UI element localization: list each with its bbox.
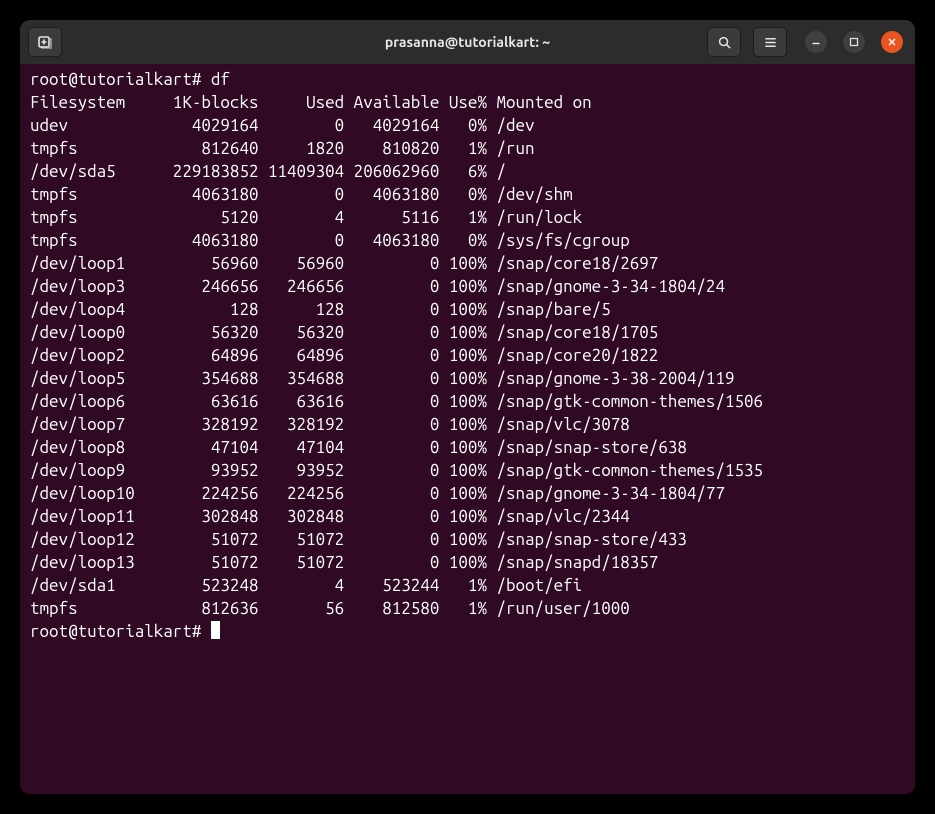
titlebar: prasanna@tutorialkart: ~	[20, 20, 915, 64]
terminal-cursor	[211, 621, 220, 639]
close-icon	[887, 37, 897, 47]
new-tab-icon	[37, 34, 53, 50]
terminal-window: prasanna@tutorialkart: ~	[20, 20, 915, 794]
new-tab-button[interactable]	[28, 27, 62, 57]
minimize-button[interactable]	[805, 31, 827, 53]
hamburger-icon	[763, 35, 778, 50]
menu-button[interactable]	[753, 27, 787, 57]
maximize-button[interactable]	[843, 31, 865, 53]
close-button[interactable]	[881, 31, 903, 53]
terminal-body[interactable]: root@tutorialkart# df Filesystem 1K-bloc…	[20, 64, 915, 794]
search-button[interactable]	[707, 27, 741, 57]
maximize-icon	[849, 37, 859, 47]
search-icon	[717, 35, 732, 50]
minimize-icon	[811, 37, 821, 47]
